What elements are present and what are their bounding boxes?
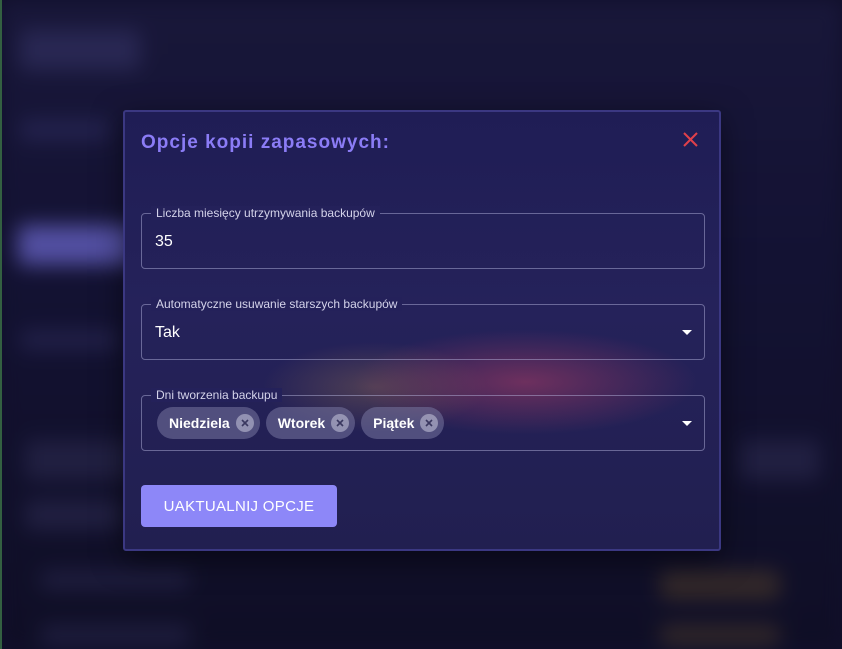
- auto-delete-select[interactable]: Automatyczne usuwanie starszych backupów…: [141, 297, 705, 360]
- remove-chip-icon[interactable]: [235, 414, 254, 432]
- chevron-down-icon[interactable]: [682, 330, 692, 335]
- chip-niedziela[interactable]: Niedziela: [157, 407, 260, 439]
- remove-chip-icon[interactable]: [420, 414, 439, 432]
- remove-chip-icon[interactable]: [331, 414, 350, 432]
- update-options-button[interactable]: UAKTUALNIJ OPCJE: [141, 485, 337, 527]
- backup-days-label: Dni tworzenia backupu: [151, 388, 283, 402]
- close-button[interactable]: [681, 130, 701, 150]
- retention-months-input[interactable]: [155, 233, 655, 251]
- dialog-title: Opcje kopii zapasowych:: [141, 132, 390, 153]
- auto-delete-value: Tak: [155, 324, 180, 341]
- retention-months-label: Liczba miesięcy utrzymywania backupów: [151, 206, 380, 220]
- chip-piatek[interactable]: Piątek: [361, 407, 445, 439]
- chip-label: Niedziela: [169, 415, 230, 431]
- auto-delete-label: Automatyczne usuwanie starszych backupów: [151, 297, 403, 311]
- chip-label: Piątek: [373, 415, 415, 431]
- retention-months-field[interactable]: Liczba miesięcy utrzymywania backupów: [141, 206, 705, 269]
- close-icon: [683, 132, 698, 147]
- chevron-down-icon[interactable]: [682, 421, 692, 426]
- backup-days-select[interactable]: Dni tworzenia backupu Niedziela Wtorek P…: [141, 388, 705, 451]
- chip-wtorek[interactable]: Wtorek: [265, 407, 356, 439]
- chip-label: Wtorek: [277, 415, 326, 431]
- backup-options-dialog: Opcje kopii zapasowych: Liczba miesięcy …: [123, 110, 721, 551]
- backup-days-chips: Niedziela Wtorek Piątek: [157, 407, 445, 439]
